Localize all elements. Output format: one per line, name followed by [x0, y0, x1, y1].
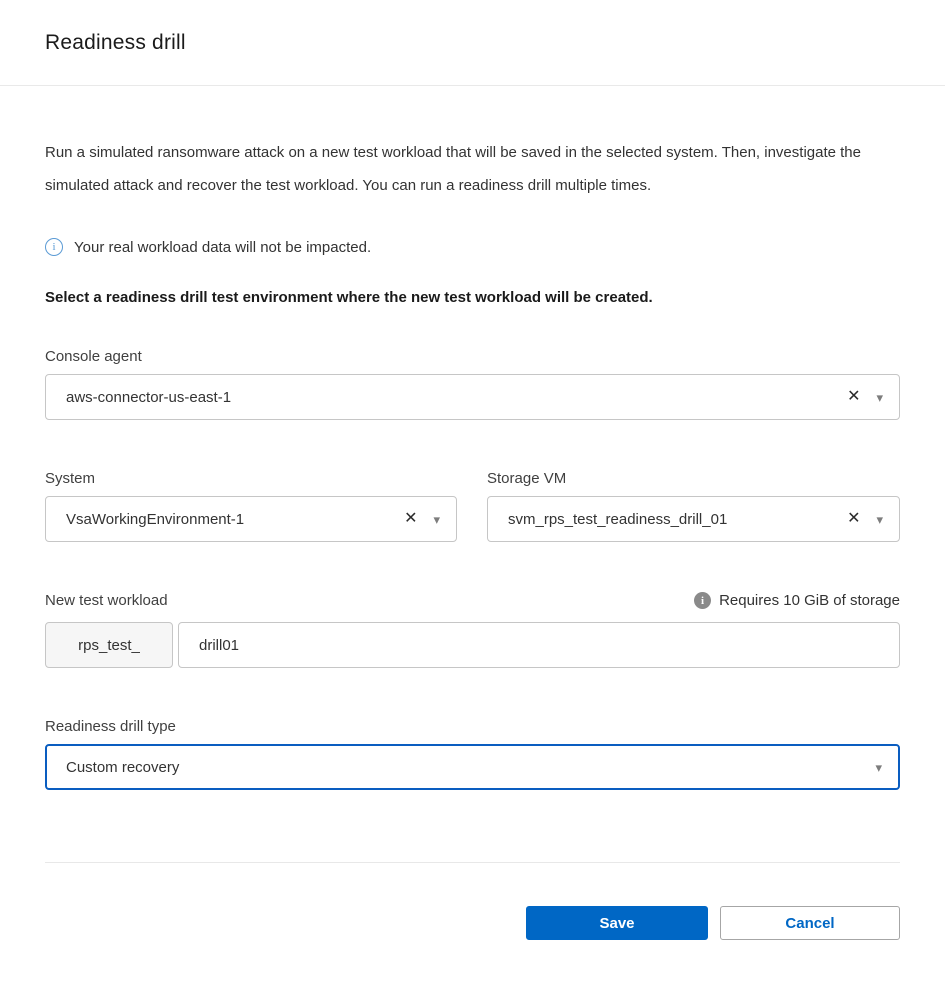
- system-controls: ✕ ▾: [404, 511, 440, 527]
- readiness-drill-type-label: Readiness drill type: [45, 718, 900, 735]
- chevron-down-icon[interactable]: ▾: [876, 391, 883, 404]
- drill-type-field: Readiness drill type Custom recovery ▾: [45, 718, 900, 790]
- system-label: System: [45, 470, 457, 487]
- dialog-body: Run a simulated ransomware attack on a n…: [0, 136, 945, 940]
- console-agent-select[interactable]: aws-connector-us-east-1 ✕ ▾: [45, 374, 900, 420]
- clear-icon[interactable]: ✕: [847, 389, 860, 405]
- storage-requirement-note: i Requires 10 GiB of storage: [694, 592, 900, 609]
- description-text: Run a simulated ransomware attack on a n…: [45, 136, 883, 202]
- workload-header-row: New test workload i Requires 10 GiB of s…: [45, 592, 900, 609]
- console-agent-value: aws-connector-us-east-1: [66, 389, 231, 406]
- chevron-down-icon[interactable]: ▾: [875, 761, 882, 774]
- storage-vm-field: Storage VM svm_rps_test_readiness_drill_…: [487, 470, 900, 542]
- system-value: VsaWorkingEnvironment-1: [66, 511, 244, 528]
- storage-requirement-text: Requires 10 GiB of storage: [719, 592, 900, 609]
- system-field: System VsaWorkingEnvironment-1 ✕ ▾: [45, 470, 457, 542]
- workload-name-row: rps_test_: [45, 622, 900, 668]
- drill-type-value: Custom recovery: [66, 759, 179, 776]
- chevron-down-icon[interactable]: ▾: [876, 513, 883, 526]
- info-note: i Your real workload data will not be im…: [45, 238, 900, 256]
- clear-icon[interactable]: ✕: [847, 511, 860, 527]
- save-button[interactable]: Save: [526, 906, 708, 940]
- storage-vm-controls: ✕ ▾: [847, 511, 883, 527]
- workload-prefix: rps_test_: [45, 622, 173, 668]
- info-icon: i: [45, 238, 63, 256]
- drill-type-select[interactable]: Custom recovery ▾: [45, 744, 900, 790]
- info-note-text: Your real workload data will not be impa…: [74, 239, 371, 256]
- readiness-drill-dialog: Readiness drill Run a simulated ransomwa…: [0, 0, 945, 940]
- new-test-workload-label: New test workload: [45, 592, 168, 609]
- dialog-header: Readiness drill: [0, 0, 945, 86]
- cancel-button[interactable]: Cancel: [720, 906, 900, 940]
- clear-icon[interactable]: ✕: [404, 511, 417, 527]
- system-select[interactable]: VsaWorkingEnvironment-1 ✕ ▾: [45, 496, 457, 542]
- chevron-down-icon[interactable]: ▾: [433, 513, 440, 526]
- system-storage-row: System VsaWorkingEnvironment-1 ✕ ▾ Stora…: [45, 470, 900, 542]
- console-agent-field: Console agent aws-connector-us-east-1 ✕ …: [45, 348, 900, 420]
- page-title: Readiness drill: [45, 31, 186, 55]
- console-agent-controls: ✕ ▾: [847, 389, 883, 405]
- storage-vm-select[interactable]: svm_rps_test_readiness_drill_01 ✕ ▾: [487, 496, 900, 542]
- info-filled-icon: i: [694, 592, 711, 609]
- workload-name-input[interactable]: [178, 622, 900, 668]
- storage-vm-label: Storage VM: [487, 470, 900, 487]
- drill-type-controls: ▾: [875, 761, 882, 774]
- console-agent-label: Console agent: [45, 348, 900, 365]
- select-environment-instruction: Select a readiness drill test environmen…: [45, 289, 900, 306]
- dialog-footer: Save Cancel: [45, 863, 900, 940]
- storage-vm-value: svm_rps_test_readiness_drill_01: [508, 511, 727, 528]
